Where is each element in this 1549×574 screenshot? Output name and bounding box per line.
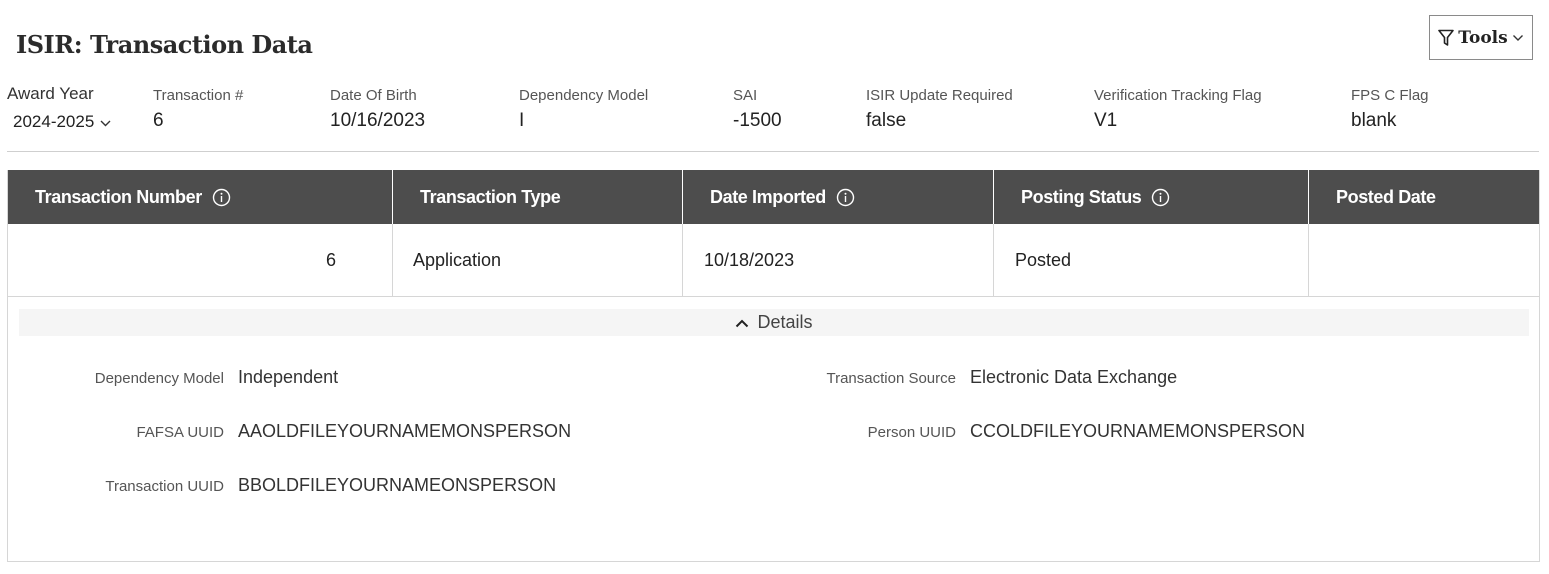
cell-posted-date <box>1309 224 1539 296</box>
tools-label: Tools <box>1458 27 1508 48</box>
award-year-field: Award Year 2024-2025 <box>7 84 111 132</box>
award-year-select[interactable]: 2024-2025 <box>13 112 111 132</box>
award-year-value: 2024-2025 <box>13 112 95 131</box>
summary-field: FPS C Flag blank <box>1351 87 1429 132</box>
column-header-label: Posting Status <box>1021 186 1142 207</box>
summary-field-label: Date Of Birth <box>330 87 417 104</box>
detail-item: Transaction Source Electronic Data Excha… <box>8 367 1177 388</box>
detail-item: Transaction UUID BBOLDFILEYOURNAMEONSPER… <box>8 475 556 496</box>
cell-posting-status: Posted <box>994 224 1309 296</box>
summary-field-label: Dependency Model <box>519 87 649 104</box>
column-header-posting-status[interactable]: Posting Status <box>994 170 1309 224</box>
detail-label: Transaction UUID <box>105 478 224 495</box>
column-header-transaction-type[interactable]: Transaction Type <box>393 170 683 224</box>
cell-transaction-type: Application <box>393 224 683 296</box>
tools-button[interactable]: Tools <box>1429 15 1533 60</box>
details-toggle[interactable]: Details <box>19 309 1529 336</box>
column-header-label: Posted Date <box>1336 186 1436 207</box>
detail-item: Person UUID CCOLDFILEYOURNAMEMONSPERSON <box>8 421 1305 442</box>
detail-label: Person UUID <box>867 424 956 441</box>
info-icon[interactable] <box>836 188 855 207</box>
column-header-date-imported[interactable]: Date Imported <box>683 170 994 224</box>
summary-field: Dependency Model I <box>519 87 648 132</box>
column-header-label: Transaction Type <box>420 186 561 207</box>
column-header-label: Date Imported <box>710 186 826 207</box>
chevron-down-icon <box>1512 34 1524 42</box>
summary-field-label: FPS C Flag <box>1351 87 1429 104</box>
summary-field-label: Verification Tracking Flag <box>1094 87 1262 104</box>
summary-field: Transaction # 6 <box>153 87 243 132</box>
summary-field-label: Transaction # <box>153 87 244 104</box>
detail-value: CCOLDFILEYOURNAMEMONSPERSON <box>970 421 1306 441</box>
summary-field: SAI -1500 <box>733 87 782 132</box>
chevron-down-icon <box>100 112 111 132</box>
summary-field-label: SAI <box>733 87 758 104</box>
summary-field-value: 10/16/2023 <box>330 110 426 131</box>
summary-field-value: V1 <box>1094 110 1118 131</box>
divider <box>7 151 1539 152</box>
transactions-table: Transaction Number Transaction Type Date… <box>7 170 1540 562</box>
detail-label: Transaction Source <box>826 370 956 387</box>
filter-icon <box>1438 29 1455 47</box>
info-icon[interactable] <box>212 188 231 207</box>
cell-transaction-number: 6 <box>8 224 393 296</box>
cell-date-imported: 10/18/2023 <box>683 224 994 296</box>
column-header-transaction-number[interactable]: Transaction Number <box>8 170 393 224</box>
summary-field: Date Of Birth 10/16/2023 <box>330 87 425 132</box>
details-toggle-label: Details <box>757 312 813 332</box>
chevron-up-icon <box>735 312 749 333</box>
column-header-posted-date[interactable]: Posted Date <box>1309 170 1539 224</box>
summary-field-label: ISIR Update Required <box>866 87 1013 104</box>
summary-field-value: false <box>866 110 907 131</box>
summary-field-value: -1500 <box>733 110 782 131</box>
summary-field: Verification Tracking Flag V1 <box>1094 87 1262 132</box>
summary-field-value: 6 <box>153 110 164 131</box>
column-header-label: Transaction Number <box>35 186 202 207</box>
table-header: Transaction Number Transaction Type Date… <box>8 170 1539 224</box>
page-title: ISIR: Transaction Data <box>16 30 313 59</box>
table-row[interactable]: 6 Application 10/18/2023 Posted <box>8 224 1539 297</box>
detail-value: Electronic Data Exchange <box>970 367 1178 387</box>
detail-value: BBOLDFILEYOURNAMEONSPERSON <box>238 475 557 495</box>
summary-field-value: blank <box>1351 110 1397 131</box>
summary-field-value: I <box>519 110 525 131</box>
summary-field: ISIR Update Required false <box>866 87 1013 132</box>
award-year-label: Award Year <box>7 84 94 103</box>
summary-bar: Award Year 2024-2025 Transaction # 6 Dat… <box>0 84 1549 140</box>
info-icon[interactable] <box>1151 188 1170 207</box>
